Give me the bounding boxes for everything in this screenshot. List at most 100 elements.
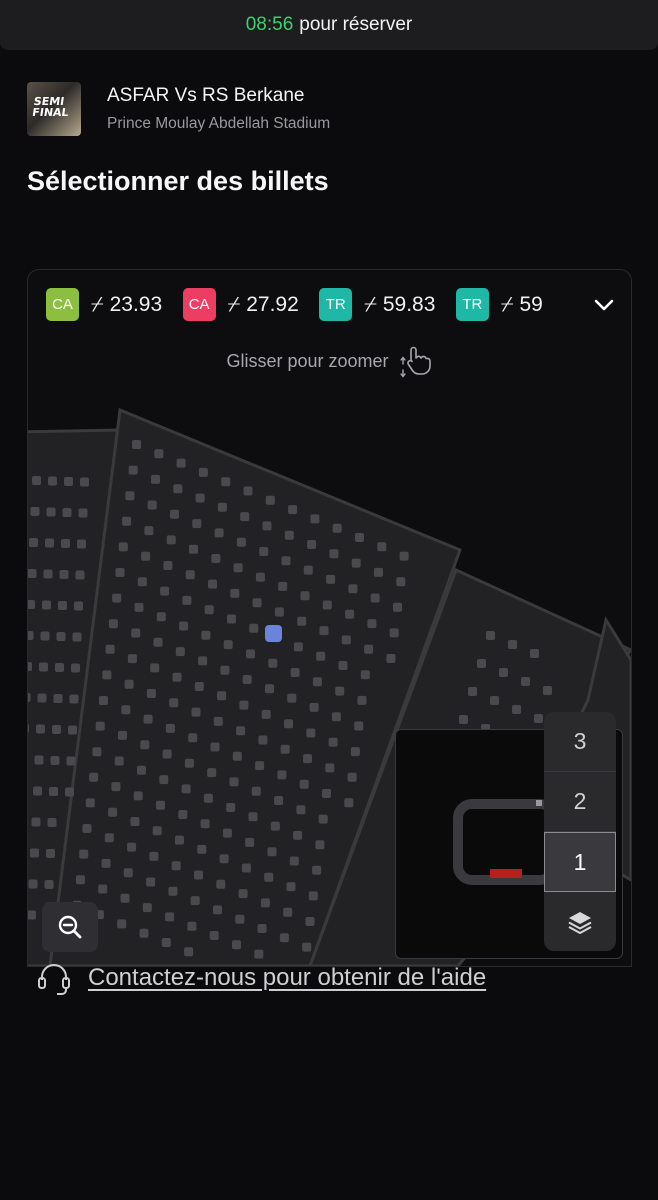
seat[interactable]: [53, 694, 63, 703]
seat[interactable]: [28, 724, 29, 733]
seat[interactable]: [111, 782, 121, 792]
seat[interactable]: [217, 502, 227, 512]
seat[interactable]: [255, 761, 265, 771]
seat[interactable]: [222, 828, 232, 838]
seat[interactable]: [75, 570, 85, 580]
seat[interactable]: [133, 791, 143, 801]
seat[interactable]: [219, 854, 229, 864]
seat[interactable]: [208, 579, 217, 589]
seat[interactable]: [149, 851, 159, 861]
seat[interactable]: [181, 784, 191, 794]
seat[interactable]: [58, 601, 67, 610]
seat[interactable]: [132, 440, 141, 449]
price-item[interactable]: CA ⌿ 23.93: [46, 288, 162, 321]
seat[interactable]: [259, 547, 269, 556]
seat[interactable]: [254, 949, 264, 959]
seat[interactable]: [104, 833, 114, 843]
seat[interactable]: [243, 486, 253, 496]
seat[interactable]: [303, 565, 313, 575]
seat[interactable]: [236, 726, 246, 736]
seat[interactable]: [195, 493, 205, 503]
seat[interactable]: [308, 891, 318, 901]
seat[interactable]: [78, 508, 88, 518]
seat[interactable]: [165, 912, 175, 922]
seat[interactable]: [302, 942, 312, 952]
seat[interactable]: [322, 789, 331, 798]
seat[interactable]: [141, 551, 151, 561]
seat[interactable]: [140, 740, 150, 750]
seat[interactable]: [332, 523, 342, 533]
seat[interactable]: [255, 572, 265, 582]
seat[interactable]: [300, 591, 310, 601]
seat[interactable]: [49, 787, 58, 796]
seat[interactable]: [374, 567, 383, 577]
seat[interactable]: [386, 654, 396, 663]
seat[interactable]: [229, 777, 239, 787]
seat[interactable]: [33, 786, 42, 796]
seat[interactable]: [192, 519, 202, 529]
seat[interactable]: [286, 882, 296, 892]
level-selector[interactable]: 3 2 1: [544, 712, 616, 951]
seat[interactable]: [82, 824, 92, 833]
seat[interactable]: [477, 659, 486, 668]
seat[interactable]: [360, 670, 370, 680]
seat[interactable]: [216, 879, 226, 889]
seat[interactable]: [264, 872, 274, 882]
seat[interactable]: [213, 905, 222, 915]
seat[interactable]: [151, 474, 160, 484]
seat[interactable]: [318, 814, 328, 824]
seat[interactable]: [299, 779, 309, 789]
seat[interactable]: [156, 612, 166, 622]
seat[interactable]: [284, 530, 294, 540]
seat[interactable]: [47, 818, 57, 827]
seat[interactable]: [48, 476, 57, 486]
seat[interactable]: [399, 551, 409, 561]
level-1-button[interactable]: 1: [544, 832, 616, 892]
seat[interactable]: [166, 535, 176, 545]
seat[interactable]: [112, 593, 122, 603]
seat[interactable]: [355, 533, 364, 542]
seat[interactable]: [534, 714, 543, 723]
seat[interactable]: [62, 508, 72, 517]
seat[interactable]: [121, 705, 131, 715]
seat[interactable]: [105, 644, 115, 654]
seat[interactable]: [175, 835, 184, 845]
seat[interactable]: [34, 755, 44, 765]
seat[interactable]: [75, 875, 85, 885]
seat[interactable]: [281, 556, 291, 566]
seat[interactable]: [341, 635, 351, 645]
seat[interactable]: [95, 721, 105, 731]
seat[interactable]: [499, 668, 508, 677]
seat[interactable]: [232, 940, 241, 950]
seat[interactable]: [43, 569, 53, 579]
seat[interactable]: [284, 719, 293, 729]
seat[interactable]: [170, 509, 179, 519]
seat[interactable]: [127, 654, 137, 664]
seat[interactable]: [124, 679, 134, 689]
seat[interactable]: [307, 540, 317, 549]
seat[interactable]: [30, 848, 39, 858]
seat[interactable]: [370, 593, 380, 603]
seat[interactable]: [364, 644, 374, 654]
seat[interactable]: [122, 516, 132, 526]
seat[interactable]: [115, 568, 125, 577]
help-link[interactable]: Contactez-nous pour obtenir de l'aide: [88, 964, 486, 992]
seat[interactable]: [69, 694, 79, 704]
seat[interactable]: [204, 605, 214, 615]
seat[interactable]: [184, 947, 194, 957]
seat[interactable]: [127, 842, 137, 852]
seat[interactable]: [156, 800, 165, 810]
seat[interactable]: [66, 756, 76, 766]
seat[interactable]: [125, 491, 135, 501]
seat[interactable]: [354, 721, 364, 731]
seat[interactable]: [289, 856, 299, 866]
seat[interactable]: [230, 588, 240, 598]
seat[interactable]: [147, 500, 157, 510]
seat[interactable]: [279, 933, 289, 943]
seat[interactable]: [163, 561, 173, 570]
seat[interactable]: [79, 849, 89, 859]
seat[interactable]: [28, 910, 36, 920]
seat[interactable]: [209, 931, 219, 940]
seat[interactable]: [396, 577, 406, 587]
seat[interactable]: [232, 751, 242, 761]
